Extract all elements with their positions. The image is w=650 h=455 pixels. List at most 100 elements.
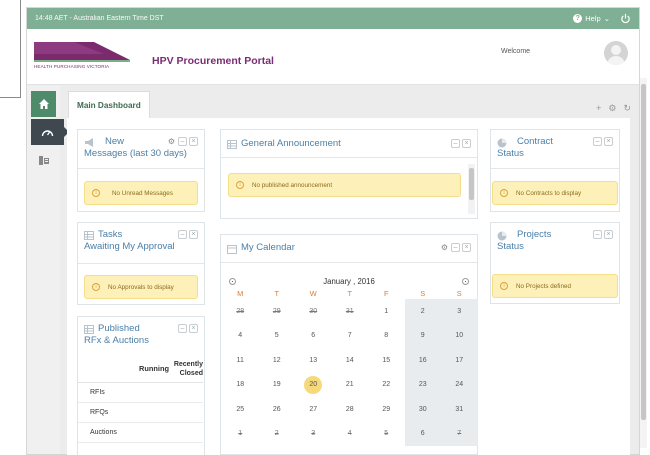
page-scrollbar-thumb[interactable] xyxy=(641,84,646,420)
calendar-day[interactable]: 31 xyxy=(332,299,369,324)
alert-text: No Contracts to display xyxy=(516,189,582,197)
calendar-day[interactable]: 22 xyxy=(368,373,405,398)
calendar-day[interactable]: 30 xyxy=(404,397,441,422)
calendar-day[interactable]: 14 xyxy=(332,348,369,373)
calendar-week-row: 18 19 20 21 22 23 24 xyxy=(222,372,478,398)
calendar-day[interactable]: 26 xyxy=(259,397,296,422)
calendar-day[interactable]: 31 xyxy=(441,397,478,422)
minimize-button[interactable]: – xyxy=(593,137,602,146)
calendar-weekday-row: M T W T F S S xyxy=(222,287,478,299)
calendar-day[interactable]: 1 xyxy=(368,299,405,324)
calendar-weeks: 28 29 30 31 1 2 3 4 5 6 7 8 9 10 11 12 13 14 15 16 17 18 19 20 2… xyxy=(222,299,478,446)
close-button[interactable]: × xyxy=(189,137,198,146)
calendar-day[interactable]: 9 xyxy=(404,323,441,348)
calendar-day[interactable]: 1 xyxy=(222,422,259,447)
calendar-day[interactable]: 6 xyxy=(404,421,441,446)
calendar-day[interactable]: 16 xyxy=(404,348,441,373)
calendar-day[interactable]: 15 xyxy=(368,348,405,373)
calendar-day[interactable]: 6 xyxy=(295,324,332,349)
calendar-day[interactable]: 23 xyxy=(404,372,441,397)
next-month-icon[interactable] xyxy=(462,277,469,285)
minimize-button[interactable]: – xyxy=(451,243,460,252)
gear-icon[interactable]: ⚙ xyxy=(440,243,449,252)
panel-title-text: My Calendar xyxy=(241,242,295,253)
calendar-day[interactable]: 8 xyxy=(368,324,405,349)
minimize-button[interactable]: – xyxy=(178,324,187,333)
sidebar-item-exchange[interactable] xyxy=(31,147,56,173)
calendar-day[interactable]: 29 xyxy=(259,299,296,324)
calendar-day[interactable]: 27 xyxy=(295,397,332,422)
calendar-day[interactable]: 21 xyxy=(332,373,369,398)
table-icon xyxy=(227,140,237,149)
tab-tools: + ⚙ ↻ xyxy=(596,103,631,114)
calendar-day[interactable]: 18 xyxy=(222,373,259,398)
table-row[interactable]: Auctions xyxy=(78,423,203,443)
calendar-day[interactable]: 4 xyxy=(222,324,259,349)
calendar-day[interactable]: 28 xyxy=(332,397,369,422)
tab-main-dashboard[interactable]: Main Dashboard xyxy=(68,91,150,119)
calendar-day[interactable]: 2 xyxy=(259,422,296,447)
calendar-day[interactable]: 5 xyxy=(259,324,296,349)
prev-month-icon[interactable] xyxy=(229,277,236,285)
weekday-label: F xyxy=(383,288,389,298)
calendar-day[interactable]: 11 xyxy=(222,348,259,373)
add-tab-icon[interactable]: + xyxy=(596,103,601,114)
home-icon xyxy=(38,99,49,109)
chevron-down-icon: ⌄ xyxy=(603,14,610,23)
refresh-icon[interactable]: ↻ xyxy=(623,103,631,114)
divider xyxy=(491,168,619,169)
header-line2: Closed xyxy=(179,369,203,377)
calendar-day[interactable]: 2 xyxy=(404,299,441,324)
panel-title-line1: Tasks xyxy=(98,229,123,240)
calendar-day[interactable]: 7 xyxy=(332,324,369,349)
panel-title-line2: Status xyxy=(497,241,524,252)
close-button[interactable]: × xyxy=(189,324,198,333)
minimize-button[interactable]: – xyxy=(593,230,602,239)
calendar-day-number: 25 xyxy=(236,405,245,413)
calendar-day[interactable]: 3 xyxy=(441,299,478,324)
scrollbar[interactable] xyxy=(468,164,475,214)
close-button[interactable]: × xyxy=(462,243,471,252)
table-row[interactable]: RFQs xyxy=(78,403,203,423)
calendar-day[interactable]: 5 xyxy=(368,422,405,447)
minimize-button[interactable]: – xyxy=(178,230,187,239)
calendar-day[interactable]: 20 xyxy=(295,373,332,398)
calendar-day[interactable]: 19 xyxy=(259,373,296,398)
close-button[interactable]: × xyxy=(604,230,613,239)
row-label: RFIs xyxy=(90,389,105,396)
table-row[interactable]: RFIs xyxy=(78,383,203,403)
avatar[interactable] xyxy=(604,41,628,65)
alert-text: No Projects defined xyxy=(516,282,571,290)
calendar-day[interactable]: 29 xyxy=(368,397,405,422)
close-button[interactable]: × xyxy=(189,230,198,239)
page-scrollbar[interactable] xyxy=(640,78,647,448)
scrollbar-thumb[interactable] xyxy=(469,168,474,200)
power-icon[interactable] xyxy=(620,13,631,24)
calendar-day-number: 27 xyxy=(309,405,318,413)
calendar-day[interactable]: 12 xyxy=(259,348,296,373)
gear-icon[interactable]: ⚙ xyxy=(608,103,616,114)
close-button[interactable]: × xyxy=(604,137,613,146)
header-line1: Recently xyxy=(173,360,203,368)
calendar-day[interactable]: 10 xyxy=(441,323,478,348)
sidebar-item-dashboard[interactable] xyxy=(31,119,69,145)
minimize-button[interactable]: – xyxy=(178,137,187,146)
calendar-day-number: 12 xyxy=(272,356,281,364)
calendar-day[interactable]: 30 xyxy=(295,299,332,324)
calendar-day[interactable]: 7 xyxy=(441,421,478,446)
calendar-day[interactable]: 24 xyxy=(441,372,478,397)
calendar-day[interactable]: 28 xyxy=(222,299,259,324)
calendar-day[interactable]: 17 xyxy=(441,348,478,373)
calendar-day-number: 2 xyxy=(274,430,279,438)
calendar-day[interactable]: 25 xyxy=(222,397,259,422)
calendar-day[interactable]: 13 xyxy=(295,348,332,373)
sidebar-item-home[interactable] xyxy=(31,91,56,117)
calendar-day[interactable]: 3 xyxy=(295,422,332,447)
minimize-button[interactable]: – xyxy=(451,139,460,148)
gear-icon[interactable]: ⚙ xyxy=(167,137,176,146)
calendar-today: 20 xyxy=(304,375,323,394)
help-menu[interactable]: ? Help ⌄ xyxy=(573,14,610,23)
close-button[interactable]: × xyxy=(462,139,471,148)
panel-controls: – × xyxy=(178,324,198,333)
calendar-day[interactable]: 4 xyxy=(332,422,369,447)
